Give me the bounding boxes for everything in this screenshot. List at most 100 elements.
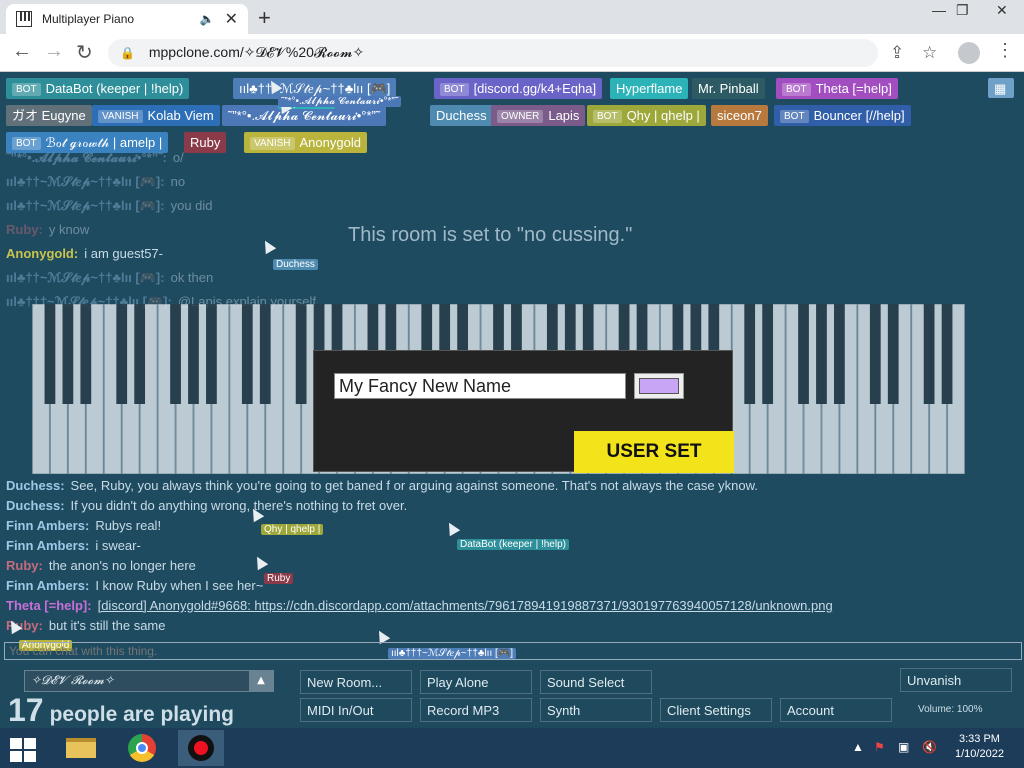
player-pill[interactable]: OWNER Lapis <box>491 105 586 126</box>
client-settings-button[interactable]: Client Settings <box>660 698 772 722</box>
chat-text[interactable]: [discord] Anonygold#9668: https://cdn.di… <box>98 598 833 613</box>
chat-message: Finn Ambers: i swear- <box>6 536 141 556</box>
player-pill[interactable]: VANISH Kolab Viem <box>92 105 220 126</box>
new-room-button[interactable]: New Room... <box>300 670 412 694</box>
chat-author[interactable]: Finn Ambers: <box>6 538 89 553</box>
piano-black-key[interactable] <box>744 304 756 404</box>
piano-black-key[interactable] <box>116 304 128 404</box>
piano-black-key[interactable] <box>941 304 953 404</box>
player-pill[interactable]: Mr. Pinball <box>692 78 765 99</box>
player-pill[interactable]: Hyperflame <box>610 78 689 99</box>
profile-avatar-icon[interactable] <box>958 42 980 64</box>
reload-icon[interactable]: ↻ <box>76 40 93 65</box>
midi-button[interactable]: MIDI In/Out <box>300 698 412 722</box>
piano-black-key[interactable] <box>887 304 899 404</box>
piano-black-key[interactable] <box>259 304 271 404</box>
player-pill[interactable]: siceon7 <box>711 105 768 126</box>
piano-black-key[interactable] <box>80 304 92 404</box>
piano-black-key[interactable] <box>44 304 56 404</box>
sound-select-button[interactable]: Sound Select <box>540 670 652 694</box>
bookmark-star-icon[interactable]: ☆ <box>922 43 937 63</box>
volume-label[interactable]: Volume: 100% <box>918 704 983 715</box>
chat-author[interactable]: Ruby: <box>6 222 43 237</box>
share-icon[interactable]: ⇪ <box>890 43 904 63</box>
chat-text: Rubys real! <box>95 518 162 533</box>
unvanish-button[interactable]: Unvanish <box>900 668 1012 692</box>
piano-black-key[interactable] <box>206 304 217 404</box>
piano-black-key[interactable] <box>798 304 809 404</box>
chat-author[interactable]: ııl♣††~ℳ𝒮𝓉𝑒𝓅~††♣lıı [🎮]: <box>6 270 165 285</box>
tray-expand-icon[interactable]: ▲ <box>852 740 864 754</box>
piano-black-key[interactable] <box>188 304 199 404</box>
piano-black-key[interactable] <box>816 304 827 404</box>
clock-time: 3:33 PM <box>958 733 1000 745</box>
chevron-up-icon[interactable]: ▲ <box>249 671 273 691</box>
player-pill[interactable]: VANISH Anonygold <box>244 132 367 153</box>
chat-input[interactable] <box>4 642 1022 660</box>
screen-recorder-icon[interactable] <box>178 730 224 766</box>
chrome-icon[interactable] <box>120 730 166 766</box>
restore-icon[interactable]: ❐ <box>956 2 969 19</box>
browser-tab[interactable]: Multiplayer Piano 🔈 ✕ <box>6 4 248 34</box>
chat-author[interactable]: Anonygold: <box>6 246 78 261</box>
cursor-name-label: DataBot (keeper | !help) <box>457 539 569 550</box>
piano-black-key[interactable] <box>241 304 253 404</box>
file-explorer-icon[interactable] <box>58 730 104 766</box>
player-pill[interactable]: BOT [discord.gg/k4+Eqha] <box>434 78 603 99</box>
chat-author[interactable]: ˜”*°•.𝓐𝓵𝓹𝓱𝓪 𝓒𝓮𝓷𝓽𝓪𝓾𝓻𝓲•°*”˜: <box>6 150 167 165</box>
chat-author[interactable]: Duchess: <box>6 498 65 513</box>
name-input[interactable] <box>334 373 626 399</box>
chat-author[interactable]: Duchess: <box>6 478 65 493</box>
piano-black-key[interactable] <box>923 304 935 404</box>
forward-icon[interactable]: → <box>44 40 64 63</box>
chat-message: Anonygold: i am guest57- <box>6 244 163 264</box>
piano-black-key[interactable] <box>869 304 881 404</box>
player-pill[interactable]: Ruby <box>184 132 227 153</box>
cursor-name-label: ˜”*°•.𝓐𝓵𝓹𝓱𝓪 𝓒𝓮𝓷𝓽𝓪𝓾𝓻𝓲•°*”˜ <box>278 96 402 107</box>
windows-start-icon[interactable] <box>8 736 38 762</box>
menu-kebab-icon[interactable]: ⋮ <box>996 40 1014 61</box>
piano-black-key[interactable] <box>834 304 845 404</box>
synth-button[interactable]: Synth <box>540 698 652 722</box>
network-flag-icon[interactable]: ⚑ <box>874 740 885 754</box>
chat-author[interactable]: Finn Ambers: <box>6 518 89 533</box>
chat-author[interactable]: Theta [=help]: <box>6 598 92 613</box>
chat-author[interactable]: ııl♣††~ℳ𝒮𝓉𝑒𝓅~††♣lıı [🎮]: <box>6 198 165 213</box>
record-mp3-button[interactable]: Record MP3 <box>420 698 532 722</box>
new-tab-button[interactable]: + <box>258 5 271 31</box>
volume-muted-icon[interactable]: 🔇 <box>922 740 937 754</box>
player-name: Ruby <box>190 135 221 150</box>
user-set-button[interactable]: USER SET <box>574 431 734 473</box>
chat-author[interactable]: ııl♣††~ℳ𝒮𝓉𝑒𝓅~††♣lıı [🎮]: <box>6 174 165 189</box>
url-field[interactable]: 🔒 mppclone.com/✧𝓓𝓔𝓥%20𝓡𝓸𝓸𝓶✧ <box>108 39 878 67</box>
piano-black-key[interactable] <box>62 304 74 404</box>
back-icon[interactable]: ← <box>12 40 32 63</box>
minimize-icon[interactable]: ― <box>932 2 946 18</box>
window-close-icon[interactable]: ✕ <box>996 2 1008 19</box>
browser-tab-bar: Multiplayer Piano 🔈 ✕ + ― ❐ ✕ <box>0 0 1024 34</box>
chat-author[interactable]: Ruby: <box>6 558 43 573</box>
player-pill[interactable]: BOT Theta [=help] <box>776 78 898 99</box>
network-icon[interactable]: ▣ <box>898 740 909 754</box>
account-button[interactable]: Account <box>780 698 892 722</box>
clock[interactable]: 3:33 PM 1/10/2022 <box>955 732 1004 762</box>
player-pill[interactable]: ガオ Eugyne <box>6 105 92 126</box>
play-alone-button[interactable]: Play Alone <box>420 670 532 694</box>
piano-black-key[interactable] <box>170 304 181 404</box>
player-pill[interactable]: BOT DataBot (keeper | !help) <box>6 78 190 99</box>
player-pill[interactable]: Duchess <box>430 105 493 126</box>
piano-black-key[interactable] <box>762 304 774 404</box>
keyboard-layout-icon[interactable]: ▦ <box>988 78 1014 98</box>
piano-black-key[interactable] <box>134 304 146 404</box>
chat-author[interactable]: Finn Ambers: <box>6 578 89 593</box>
color-picker-button[interactable] <box>634 373 684 399</box>
player-pill[interactable]: BOT Bouncer [//help] <box>774 105 911 126</box>
cursor-pointer-icon <box>259 237 277 255</box>
room-select[interactable]: ✧𝓓𝓔𝓥 𝓡𝓸𝓸𝓶✧ ▲ <box>24 670 274 692</box>
speaker-icon[interactable]: 🔈 <box>200 12 215 26</box>
tab-close-icon[interactable]: ✕ <box>225 9 238 29</box>
url-text: mppclone.com/✧𝓓𝓔𝓥%20𝓡𝓸𝓸𝓶✧ <box>148 44 365 60</box>
piano-black-key[interactable] <box>295 304 307 404</box>
player-tag: VANISH <box>250 137 295 150</box>
player-pill[interactable]: BOT Qhy | qhelp | <box>587 105 706 126</box>
